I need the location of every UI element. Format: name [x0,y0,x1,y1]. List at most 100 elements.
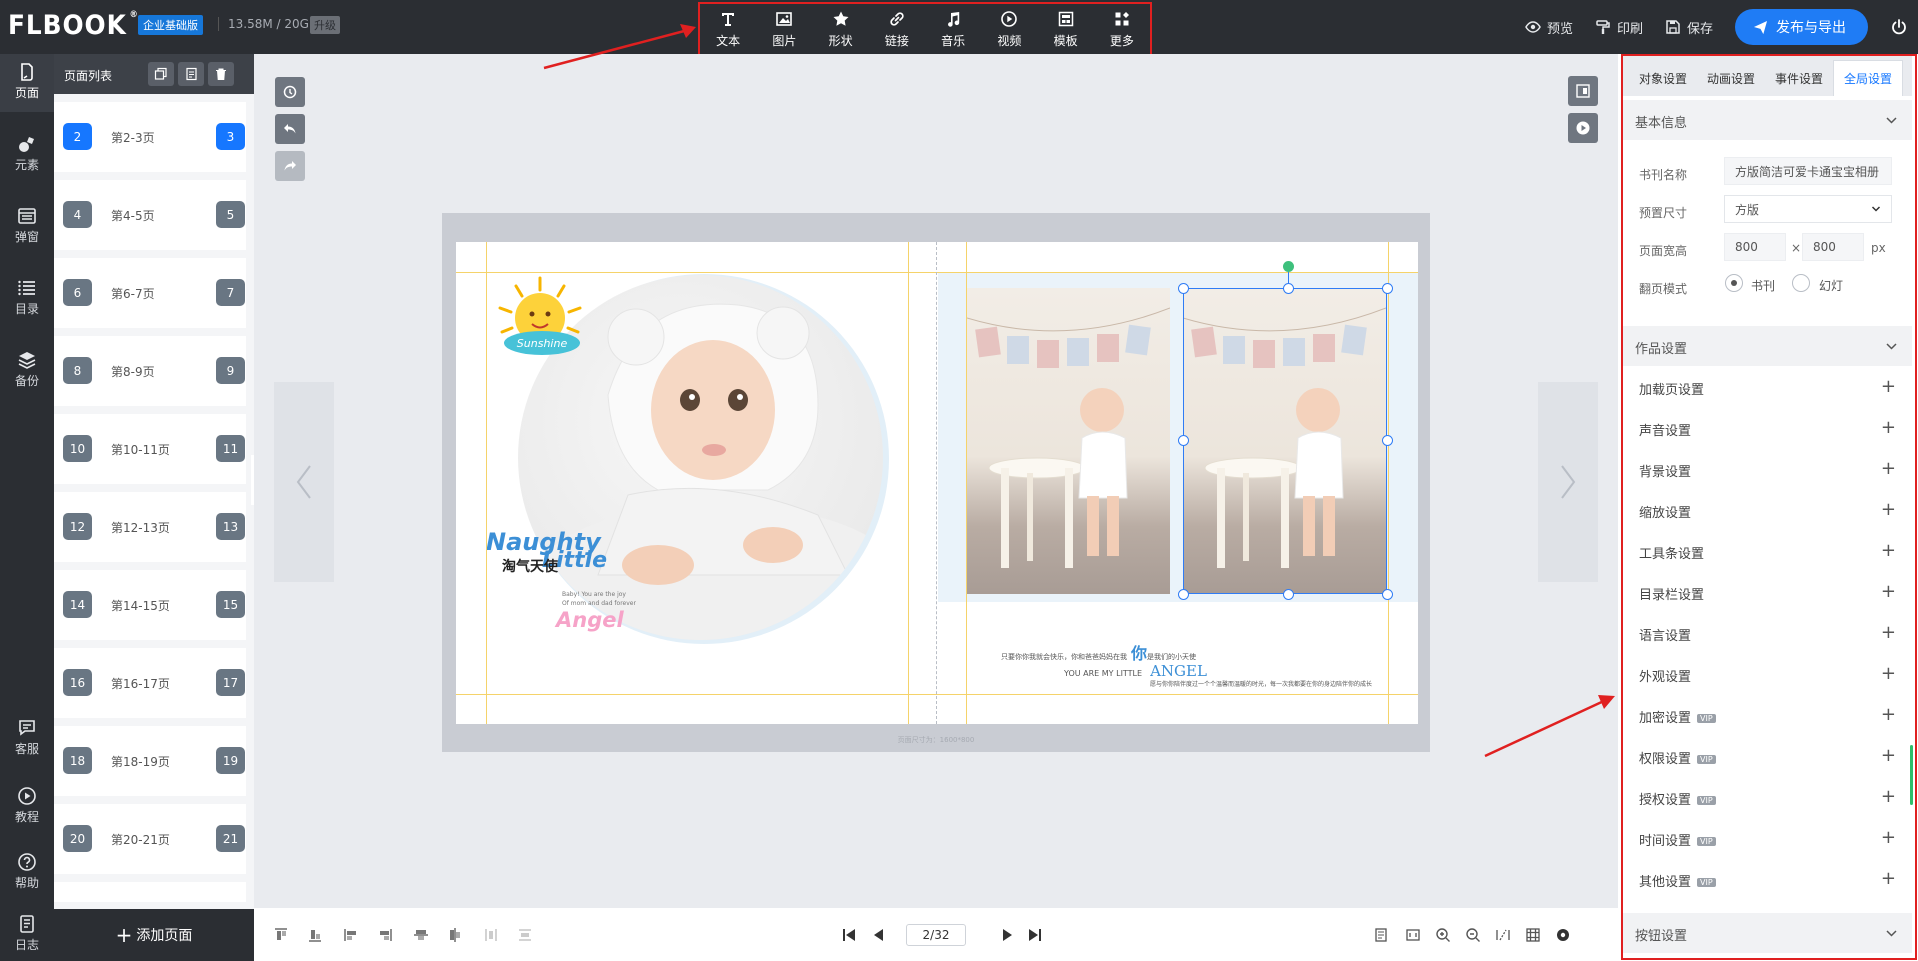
rail-item-elements[interactable]: 元素 [0,126,54,184]
tool-more[interactable]: 更多 [1098,10,1146,49]
row-toc-bar-settings[interactable]: 目录栏设置 + [1623,572,1912,613]
page-item-16-17[interactable]: 16 第16-17页 17 [54,648,246,718]
section-works-settings[interactable]: 作品设置 [1623,326,1912,366]
grid-toggle-button[interactable] [1524,926,1542,944]
page-item-4-5[interactable]: 4 第4-5页 5 [54,180,246,250]
radio-slide-mode[interactable] [1792,274,1810,292]
print-button[interactable]: 印刷 [1595,18,1643,37]
rail-item-support[interactable]: 客服 [0,710,54,768]
align-right-button[interactable] [376,926,394,944]
section-basic-info[interactable]: 基本信息 [1623,100,1912,140]
row-appearance-settings[interactable]: 外观设置 + [1623,654,1912,695]
zoom-out-button[interactable] [1464,926,1482,944]
section-button-settings[interactable]: 按钮设置 [1623,913,1912,953]
distribute-v-button[interactable] [516,926,534,944]
row-loading-page-settings[interactable]: 加载页设置 + [1623,367,1912,408]
align-center-h-button[interactable] [446,926,464,944]
prev-page-button[interactable] [870,926,888,944]
rail-item-backup[interactable]: 备份 [0,342,54,400]
rail-item-log[interactable]: 日志 [0,906,54,961]
play-preview-button[interactable] [1568,113,1598,143]
distribute-h-button[interactable] [482,926,500,944]
page-width-input[interactable]: 800 [1724,233,1786,261]
page-item-2-3[interactable]: 2 第2-3页 3 [54,102,246,172]
align-top-button[interactable] [272,926,290,944]
next-page-arrow[interactable] [1538,382,1598,582]
resize-handle-tr[interactable] [1382,283,1393,294]
cn-title-text[interactable]: 淘气天使 [502,556,558,576]
sunshine-sticker[interactable]: Sunshine [494,276,586,362]
duplicate-page-button[interactable] [178,62,204,86]
page-item-10-11[interactable]: 10 第10-11页 11 [54,414,246,484]
single-page-view-button[interactable] [1372,926,1390,944]
resize-handle-bl[interactable] [1178,589,1189,600]
page-item-8-9[interactable]: 8 第8-9页 9 [54,336,246,406]
small-line-1[interactable]: Baby! You are the joy [562,591,626,598]
caption-line-1[interactable]: 只要你你我就会快乐，你和爸爸妈妈在我 你是我们的小天使 [1001,640,1196,664]
undo-button[interactable] [275,114,305,144]
row-zoom-settings[interactable]: 缩放设置 + [1623,490,1912,531]
resize-handle-tl[interactable] [1178,283,1189,294]
rail-item-help[interactable]: 帮助 [0,844,54,902]
tool-template[interactable]: 模板 [1042,10,1090,49]
rotate-handle[interactable] [1283,261,1294,272]
tool-text[interactable]: 文本 [704,10,752,49]
resize-handle-bm[interactable] [1283,589,1294,600]
align-left-button[interactable] [342,926,360,944]
history-button[interactable] [275,77,305,107]
page-item-14-15[interactable]: 14 第14-15页 15 [54,570,246,640]
radio-book-mode[interactable] [1725,274,1743,292]
delete-page-button[interactable] [208,62,234,86]
fit-view-button[interactable] [1404,926,1422,944]
page-item-18-19[interactable]: 18 第18-19页 19 [54,726,246,796]
tab-global-settings[interactable]: 全局设置 [1833,60,1904,96]
small-line-2[interactable]: Of mom and dad forever [562,600,636,607]
save-button[interactable]: 保存 [1665,18,1713,37]
logout-button[interactable] [1890,18,1908,36]
redo-button[interactable] [275,151,305,181]
page-thumbnail-button[interactable] [1568,76,1598,106]
rail-item-pages[interactable]: 页面 [0,54,54,112]
angel-text[interactable]: Angel [556,608,624,632]
page-item-12-13[interactable]: 12 第12-13页 13 [54,492,246,562]
tab-object-settings[interactable]: 对象设置 [1629,60,1697,96]
caption-line-2[interactable]: YOU ARE MY LITTLE ANGEL [1064,662,1207,680]
panel-scrollbar[interactable] [1910,745,1913,805]
page-item-20-21[interactable]: 20 第20-21页 21 [54,804,246,874]
tool-shape[interactable]: 形状 [817,10,865,49]
guides-toggle-button[interactable] [1494,926,1512,944]
resize-handle-br[interactable] [1382,589,1393,600]
tab-event-settings[interactable]: 事件设置 [1765,60,1833,96]
row-authorization-settings[interactable]: 授权设置 VIP + [1623,777,1912,818]
page-number-input[interactable]: 2/32 [906,924,966,946]
standing-baby-photo-left[interactable] [967,288,1170,594]
book-name-input[interactable]: 方版简洁可爱卡通宝宝相册 [1724,157,1892,185]
tab-animation-settings[interactable]: 动画设置 [1697,60,1765,96]
zoom-in-button[interactable] [1434,926,1452,944]
prev-page-arrow[interactable] [274,382,334,582]
row-encryption-settings[interactable]: 加密设置 VIP + [1623,695,1912,736]
page-item-6-7[interactable]: 6 第6-7页 7 [54,258,246,328]
caption-line-3[interactable]: 愿与你你陪伴度过一个个温馨而温暖的时光，每一次我都要在你的身边陪伴你的成长 [1150,679,1372,688]
row-language-settings[interactable]: 语言设置 + [1623,613,1912,654]
first-page-button[interactable] [840,926,858,944]
row-sound-settings[interactable]: 声音设置 + [1623,408,1912,449]
selection-box[interactable] [1183,288,1387,594]
rail-item-tutorial[interactable]: 教程 [0,778,54,836]
last-page-button[interactable] [1026,926,1044,944]
next-page-button[interactable] [998,926,1016,944]
preset-size-select[interactable]: 方版 [1724,195,1892,223]
add-page-button[interactable]: + 添加页面 [54,909,254,961]
row-time-settings[interactable]: 时间设置 VIP + [1623,818,1912,859]
rail-item-popup[interactable]: 弹窗 [0,198,54,256]
preview-button[interactable]: 预览 [1525,18,1573,37]
rail-item-toc[interactable]: 目录 [0,270,54,328]
row-permission-settings[interactable]: 权限设置 VIP + [1623,736,1912,777]
tool-image[interactable]: 图片 [760,10,808,49]
publish-export-button[interactable]: 发布与导出 [1735,9,1868,45]
resize-handle-ml[interactable] [1178,435,1189,446]
tool-music[interactable]: 音乐 [929,10,977,49]
align-center-v-button[interactable] [412,926,430,944]
row-background-settings[interactable]: 背景设置 + [1623,449,1912,490]
row-other-settings[interactable]: 其他设置 VIP + [1623,859,1912,900]
